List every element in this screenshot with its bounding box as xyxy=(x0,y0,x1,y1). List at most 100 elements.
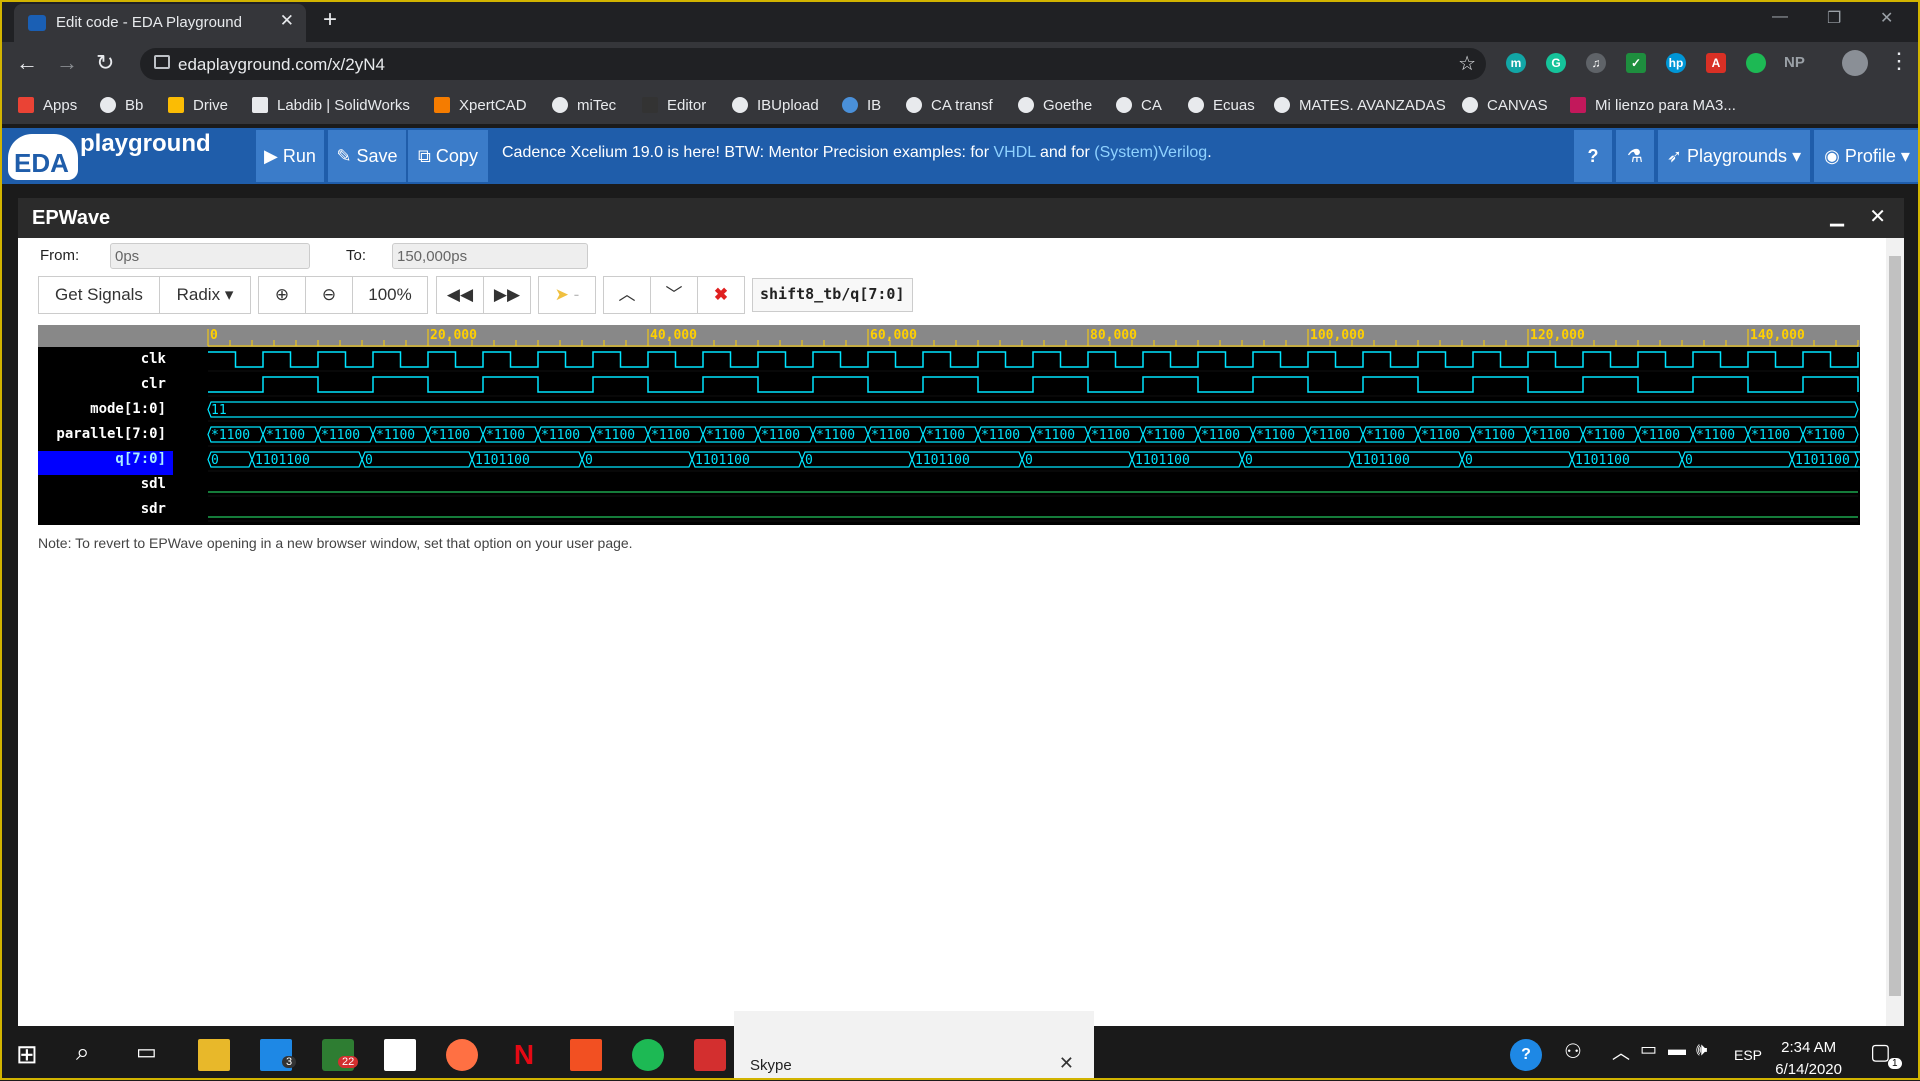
fast-forward-button[interactable]: ▶▶ xyxy=(483,276,531,314)
forward-icon[interactable]: → xyxy=(56,50,78,76)
notification-badge: 1 xyxy=(1888,1058,1902,1069)
ext-check-icon[interactable]: ✓ xyxy=(1626,53,1646,73)
parallel-value: *1100 xyxy=(1201,428,1240,443)
bookmark-ib[interactable]: IB xyxy=(842,94,881,116)
parallel-value: *1100 xyxy=(1036,428,1075,443)
signal-names-bg xyxy=(38,325,1860,525)
profile-menu[interactable]: ◉ Profile ▾ xyxy=(1814,130,1920,182)
run-button[interactable]: ▶ Run xyxy=(256,130,324,182)
cursor-button[interactable]: ➤ - xyxy=(538,276,596,314)
globe-icon xyxy=(1188,97,1204,113)
bookmark-xpertcad[interactable]: XpertCAD xyxy=(434,94,527,116)
task-view-icon[interactable]: ▭ xyxy=(136,1039,168,1071)
cursor-arrow-icon: ➤ xyxy=(554,285,569,304)
zoom-in-button[interactable]: ⊕ xyxy=(258,276,306,314)
bookmark-star-icon[interactable]: ☆ xyxy=(1458,51,1476,76)
verilog-link[interactable]: (System)Verilog xyxy=(1094,144,1207,161)
eda-logo[interactable]: EDA xyxy=(8,134,78,180)
bookmark-mates[interactable]: MATES. AVANZADAS xyxy=(1274,94,1446,116)
windows-start-icon[interactable]: ⊞ xyxy=(16,1039,48,1071)
bookmark-ca-transf[interactable]: CA transf xyxy=(906,94,993,116)
globe-icon xyxy=(906,97,922,113)
ext-m-icon[interactable]: m xyxy=(1506,53,1526,73)
vhdl-link[interactable]: VHDL xyxy=(993,144,1035,161)
ext-np-icon[interactable]: NP xyxy=(1784,53,1805,73)
profile-avatar-icon[interactable] xyxy=(1842,50,1868,76)
zoom-out-button[interactable]: ⊖ xyxy=(305,276,353,314)
skype-preview[interactable]: Skype ✕ xyxy=(734,1011,1094,1080)
bookmark-ca[interactable]: CA xyxy=(1116,94,1162,116)
radix-dropdown[interactable]: Radix ▾ xyxy=(159,276,251,314)
bookmark-bb[interactable]: Bb xyxy=(100,94,143,116)
bookmark-ecuas[interactable]: Ecuas xyxy=(1188,94,1255,116)
get-signals-button[interactable]: Get Signals xyxy=(38,276,160,314)
clk-trace xyxy=(208,351,1859,368)
bookmark-apps[interactable]: Apps xyxy=(18,94,77,116)
playgrounds-menu[interactable]: ➶ Playgrounds ▾ xyxy=(1658,130,1810,182)
ext-grammarly-icon[interactable]: G xyxy=(1546,53,1566,73)
taskbar-clock[interactable]: 2:34 AM 6/14/2020 xyxy=(1775,1037,1842,1081)
bookmark-canvas[interactable]: CANVAS xyxy=(1462,94,1548,116)
close-window-icon[interactable]: ✕ xyxy=(1880,8,1893,28)
popcorn-icon[interactable] xyxy=(694,1039,726,1071)
lienzo-icon xyxy=(1570,97,1586,113)
xpertcad-icon xyxy=(434,97,450,113)
search-icon[interactable]: ⌕ xyxy=(76,1039,108,1071)
store-icon[interactable] xyxy=(384,1039,416,1071)
tab-close-icon[interactable]: ✕ xyxy=(280,11,294,31)
bookmark-ibupload[interactable]: IBUpload xyxy=(732,94,819,116)
bookmark-goethe[interactable]: Goethe xyxy=(1018,94,1092,116)
q-value: 1101100 xyxy=(915,453,970,468)
help-tray-icon[interactable]: ? xyxy=(1510,1039,1542,1071)
spotify-icon[interactable] xyxy=(632,1039,664,1071)
parallel-value: *1100 xyxy=(211,428,250,443)
rewind-button[interactable]: ◀◀ xyxy=(436,276,484,314)
time-tick-label: 140,000 xyxy=(1750,328,1805,343)
ext-pdf-icon[interactable]: A xyxy=(1706,53,1726,73)
close-panel-icon[interactable]: ✕ xyxy=(1869,204,1886,229)
bookmark-labdib[interactable]: Labdib | SolidWorks xyxy=(252,94,410,116)
scrollbar-thumb[interactable] xyxy=(1889,256,1901,996)
office-icon[interactable] xyxy=(570,1039,602,1071)
help-button[interactable]: ? xyxy=(1574,130,1612,182)
bookmark-mi-lienzo[interactable]: Mi lienzo para MA3... xyxy=(1570,94,1736,116)
flask-button[interactable]: ⚗ xyxy=(1616,130,1654,182)
menu-dots-icon[interactable]: ⋮ xyxy=(1888,48,1910,74)
restore-window-icon[interactable]: ❐ xyxy=(1827,8,1841,28)
zoom-level[interactable]: 100% xyxy=(352,276,428,314)
move-up-button[interactable]: ︿ xyxy=(603,276,651,314)
reload-icon[interactable]: ↻ xyxy=(96,50,114,76)
flask-icon: ⚗ xyxy=(1626,146,1644,166)
firefox-icon[interactable] xyxy=(446,1039,478,1071)
minimize-panel-icon[interactable]: ▁ xyxy=(1830,206,1844,227)
skype-close-icon[interactable]: ✕ xyxy=(1059,1053,1074,1074)
new-tab-button[interactable]: + xyxy=(323,6,337,34)
address-bar[interactable]: edaplayground.com/x/2yN4 ☆ xyxy=(140,48,1486,80)
minimize-window-icon[interactable]: — xyxy=(1772,8,1788,26)
save-button[interactable]: ✎ Save xyxy=(328,130,406,182)
ext-green-icon[interactable] xyxy=(1746,53,1766,73)
back-icon[interactable]: ← xyxy=(16,50,38,76)
file-explorer-icon[interactable] xyxy=(198,1039,230,1071)
from-input[interactable] xyxy=(110,243,310,269)
panel-scrollbar[interactable] xyxy=(1886,238,1904,1026)
ext-headphones-icon[interactable]: ♫ xyxy=(1586,53,1606,73)
ext-hp-icon[interactable]: hp xyxy=(1666,53,1686,73)
parallel-value: *1100 xyxy=(706,428,745,443)
bookmark-drive[interactable]: Drive xyxy=(168,94,228,116)
browser-tab[interactable]: Edit code - EDA Playground ✕ xyxy=(14,4,306,42)
copy-button[interactable]: ⧉ Copy xyxy=(408,130,488,182)
to-input[interactable] xyxy=(392,243,588,269)
language-indicator[interactable]: ESP xyxy=(1734,1047,1762,1063)
netflix-icon[interactable]: N xyxy=(508,1039,540,1071)
move-down-button[interactable]: ﹀ xyxy=(650,276,698,314)
bookmark-mitec[interactable]: miTec xyxy=(552,94,616,116)
wix-icon xyxy=(252,97,268,113)
remove-signal-button[interactable]: ✖ xyxy=(697,276,745,314)
bookmark-editor[interactable]: Editor xyxy=(642,94,706,116)
parallel-value: *1100 xyxy=(1806,428,1845,443)
people-icon[interactable]: ⚇ xyxy=(1564,1039,1596,1071)
waveform-viewer[interactable]: 0 20,000 40,000 60,000 80,000 100,000 120,000 1… xyxy=(38,325,1860,525)
parallel-value: *1100 xyxy=(1311,428,1350,443)
volume-icon[interactable]: 🕪 xyxy=(1696,1039,1728,1071)
